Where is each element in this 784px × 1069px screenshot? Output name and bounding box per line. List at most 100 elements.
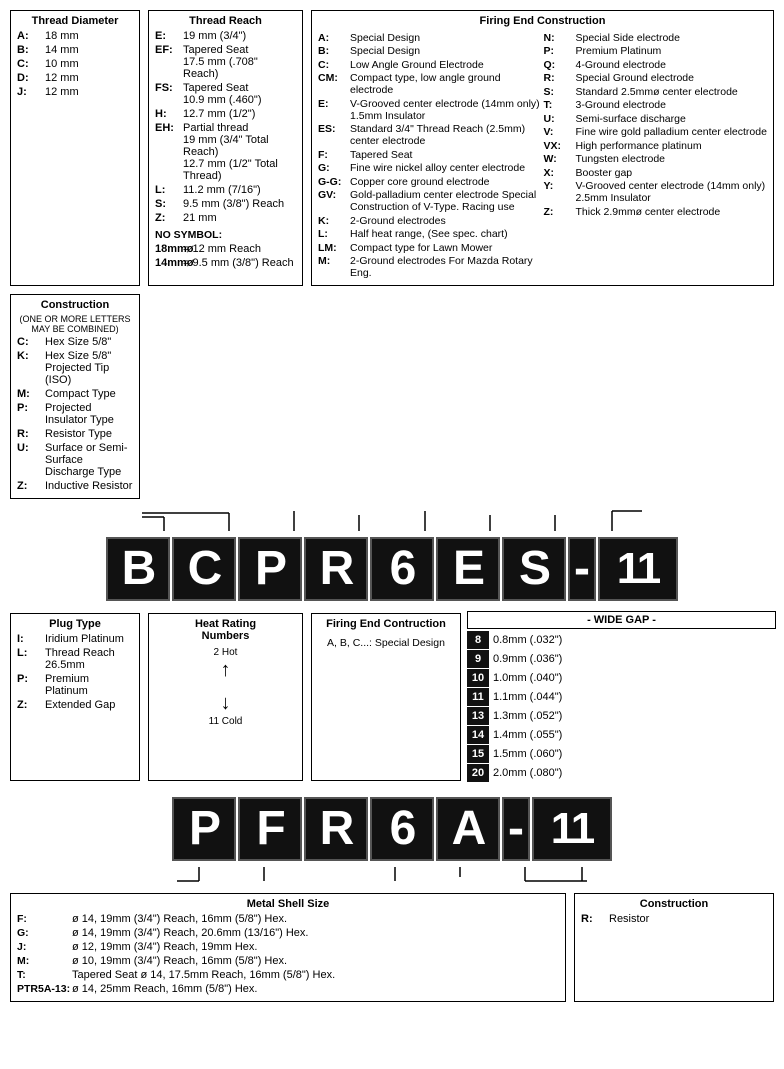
wide-gap-row: 111.1mm (.044") [467, 688, 776, 706]
construction-entry: R:Resistor Type [17, 428, 133, 440]
entry-key: P: [17, 402, 45, 414]
fe-key: C: [318, 59, 350, 71]
fe-key: S: [544, 86, 576, 98]
entry-key: M: [17, 388, 45, 400]
firing-end-entry: V:Fine wire gold palladium center electr… [544, 126, 768, 138]
firing-end-lower-content: A, B, C...: Special Design [318, 633, 454, 653]
wide-gap-row: 101.0mm (.040") [467, 669, 776, 687]
wide-gap-entries: 80.8mm (.032")90.9mm (.036")101.0mm (.04… [467, 631, 776, 782]
entry-val: ø 14, 19mm (3/4") Reach, 16mm (5/8") Hex… [72, 913, 559, 925]
connector-svg-bottom [167, 867, 617, 887]
fe-val: Tungsten electrode [576, 153, 666, 165]
construction-entry: C:Hex Size 5/8" [17, 336, 133, 348]
entry-val: 19 mm (3/4") [183, 30, 296, 42]
fe-key: E: [318, 98, 350, 110]
entry-val: 10 mm [45, 58, 133, 70]
firing-end-entry: Q:4-Ground electrode [544, 59, 768, 71]
big-letter-block: S [502, 537, 566, 601]
construction-lower-title: Construction [581, 898, 767, 910]
plug-type-entry: I:Iridium Platinum [17, 633, 133, 645]
firing-end-entry: L:Half heat range, (See spec. chart) [318, 228, 542, 240]
big-letter-block: B [106, 537, 170, 601]
double-arrow: ↑ ↓ [221, 659, 231, 715]
thread-reach-box: Thread Reach E:19 mm (3/4")EF:Tapered Se… [148, 10, 303, 286]
wide-gap-num: 9 [467, 650, 489, 668]
wide-gap-val: 1.5mm (.060") [493, 748, 562, 760]
firing-end-entry: S:Standard 2.5mmø center electrode [544, 86, 768, 98]
entry-key: M: [17, 955, 72, 967]
entry-val: 12 mm [45, 72, 133, 84]
entry-key: A: [17, 30, 45, 42]
entry-key: S: [155, 198, 183, 210]
fe-val: Special Ground electrode [576, 72, 695, 84]
thread-diameter-entries: A:18 mmB:14 mmC:10 mmD:12 mmJ:12 mm [17, 30, 133, 98]
entry-val: Resistor Type [45, 428, 133, 440]
fe-val: Gold-palladium center electrode Special … [350, 189, 542, 213]
wide-gap-num: 8 [467, 631, 489, 649]
big-letters-2: PFR6A-11 [171, 797, 613, 861]
arrow-down: ↓ [221, 692, 231, 715]
fe-key: L: [318, 228, 350, 240]
wide-gap-row: 131.3mm (.052") [467, 707, 776, 725]
middle-section: Plug Type I:Iridium PlatinumL:Thread Rea… [8, 611, 776, 783]
hot-label: 2 Hot [214, 647, 238, 658]
fe-val: 2-Ground electrodes For Mazda Rotary Eng… [350, 255, 542, 279]
plug-type-entry: P:Premium Platinum [17, 673, 133, 697]
big-letter-block: 6 [370, 537, 434, 601]
entry-val: Projected Insulator Type [45, 402, 133, 426]
entry-val: = 12 mm Reach [183, 243, 296, 255]
entry-key: Z: [155, 212, 183, 224]
firing-end-entry: G-G:Copper core ground electrode [318, 176, 542, 188]
entry-val: ø 14, 19mm (3/4") Reach, 20.6mm (13/16")… [72, 927, 559, 939]
construction-entry: K:Hex Size 5/8" Projected Tip (ISO) [17, 350, 133, 386]
firing-end-entry: GV:Gold-palladium center electrode Speci… [318, 189, 542, 213]
entry-key: 18mmø [155, 243, 183, 255]
fe-val: Fine wire nickel alloy center electrode [350, 162, 525, 174]
fe-val: Fine wire gold palladium center electrod… [576, 126, 767, 138]
firing-end-entry: Z:Thick 2.9mmø center electrode [544, 206, 768, 218]
construction-title: Construction [17, 299, 133, 311]
entry-key: L: [155, 184, 183, 196]
fe-key: Z: [544, 206, 576, 218]
fe-val: High performance platinum [576, 140, 702, 152]
plug-type-title: Plug Type [17, 618, 133, 630]
fe-key: U: [544, 113, 576, 125]
firing-end-entry: G:Fine wire nickel alloy center electrod… [318, 162, 542, 174]
entry-key: U: [17, 442, 45, 454]
entry-key: I: [17, 633, 45, 645]
construction-entry: P:Projected Insulator Type [17, 402, 133, 426]
entry-key: Z: [17, 480, 45, 492]
fe-key: F: [318, 149, 350, 161]
fe-val: Copper core ground electrode [350, 176, 490, 188]
big-letter-block: - [568, 537, 596, 601]
entry-val: ø 14, 25mm Reach, 16mm (5/8") Hex. [72, 983, 559, 995]
big-letter-block: P [172, 797, 236, 861]
wide-gap-title: - WIDE GAP - [467, 611, 776, 629]
firing-end-entry: CM:Compact type, low angle ground electr… [318, 72, 542, 96]
plug-type-entries: I:Iridium PlatinumL:Thread Reach 26.5mmP… [17, 633, 133, 711]
fe-key: G-G: [318, 176, 350, 188]
wide-gap-row: 141.4mm (.055") [467, 726, 776, 744]
cold-label: 11 Cold [209, 716, 243, 727]
metal-shell-entry: PTR5A-13:ø 14, 25mm Reach, 16mm (5/8") H… [17, 983, 559, 995]
entry-val: Inductive Resistor [45, 480, 133, 492]
construction-subtitle: (ONE OR MORE LETTERSMAY BE COMBINED) [17, 314, 133, 334]
entry-val: Compact Type [45, 388, 133, 400]
construction-box: Construction (ONE OR MORE LETTERSMAY BE … [10, 294, 140, 499]
fe-val: Premium Platinum [576, 45, 662, 57]
firing-end-entry: A:Special Design [318, 32, 542, 44]
metal-shell-entries: F:ø 14, 19mm (3/4") Reach, 16mm (5/8") H… [17, 913, 559, 995]
wide-gap-row: 80.8mm (.032") [467, 631, 776, 649]
entry-val: Partial thread19 mm (3/4" Total Reach)12… [183, 122, 296, 182]
entry-val: Surface or Semi-Surface Discharge Type [45, 442, 133, 478]
wide-gap-num: 15 [467, 745, 489, 763]
firing-end-col2: N:Special Side electrodeP:Premium Platin… [544, 30, 768, 281]
entry-key: EF: [155, 44, 183, 56]
big-letter-block: 11 [532, 797, 612, 861]
entry-val: Resistor [609, 913, 767, 925]
thread-diameter-entry: B:14 mm [17, 44, 133, 56]
fe-val: Booster gap [576, 167, 633, 179]
entry-val: Tapered Seat ø 14, 17.5mm Reach, 16mm (5… [72, 969, 559, 981]
firing-end-entry: K:2-Ground electrodes [318, 215, 542, 227]
wide-gap-row: 15 1.5mm (.060") [467, 745, 776, 763]
